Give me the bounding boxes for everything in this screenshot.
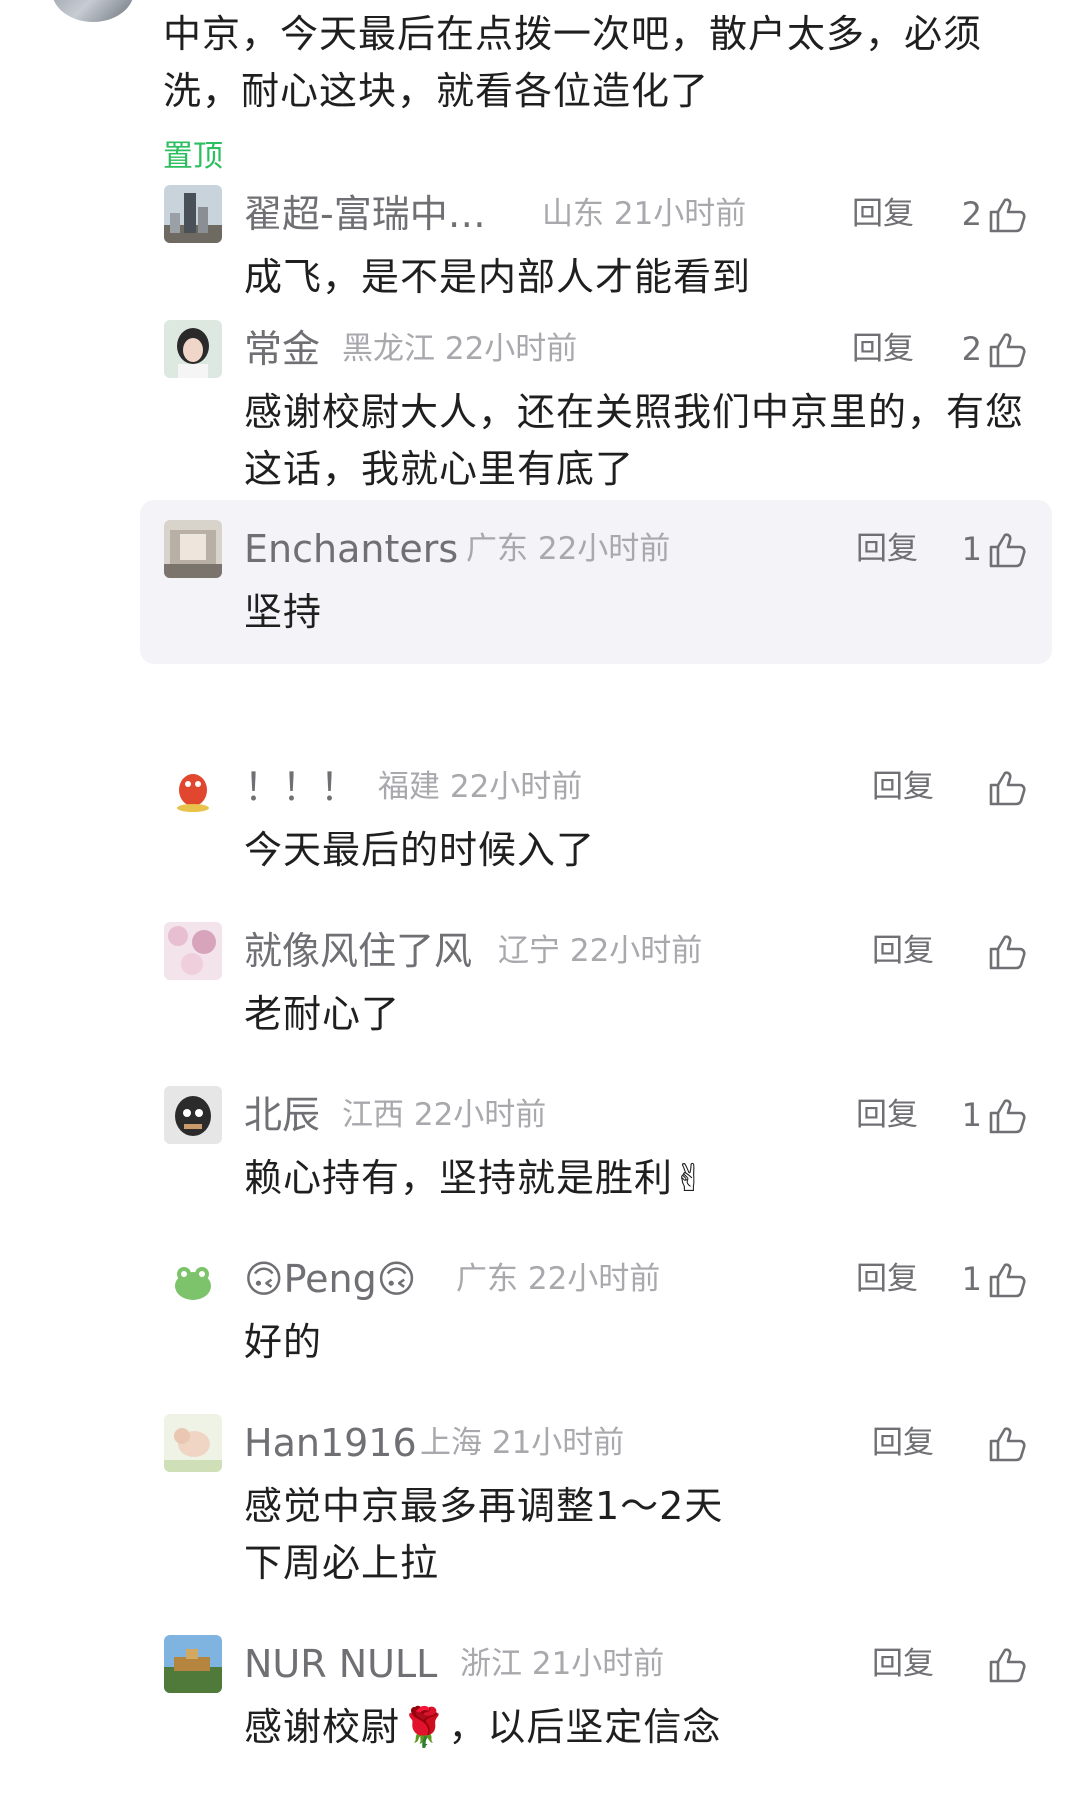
post-author-avatar[interactable] bbox=[52, 0, 134, 22]
reply-button[interactable]: 回复 bbox=[856, 1086, 918, 1144]
reply-button[interactable]: 回复 bbox=[872, 1635, 934, 1693]
reply-button[interactable]: 回复 bbox=[852, 185, 914, 243]
comment-author[interactable]: ！！！ bbox=[244, 758, 358, 816]
like-thumb-icon[interactable] bbox=[988, 1262, 1026, 1298]
like-count: 2 bbox=[961, 330, 982, 368]
comment-time: 21小时前 bbox=[491, 1425, 625, 1461]
comment-time: 22小时前 bbox=[537, 531, 671, 567]
pinned-badge: 置顶 bbox=[163, 139, 223, 174]
comment-text: 好的 bbox=[244, 1320, 323, 1364]
avatar[interactable] bbox=[164, 1414, 222, 1472]
comment-location: 江西 bbox=[342, 1097, 404, 1133]
avatar[interactable] bbox=[164, 922, 222, 980]
avatar[interactable] bbox=[164, 1086, 222, 1144]
comment-location: 黑龙江 bbox=[342, 331, 435, 367]
comment-text: 老耐心了 bbox=[244, 992, 401, 1036]
comment-text: 成飞，是不是内部人才能看到 bbox=[244, 255, 752, 299]
comment-author[interactable]: 翟超-富瑞中… bbox=[244, 185, 486, 243]
avatar[interactable] bbox=[164, 185, 222, 243]
comment-meta: 山东 21小时前 bbox=[542, 185, 746, 243]
reply-button[interactable]: 回复 bbox=[872, 922, 934, 980]
comment-location: 辽宁 bbox=[498, 933, 560, 969]
comment-author[interactable]: Han1916 bbox=[244, 1414, 417, 1472]
avatar[interactable] bbox=[164, 1250, 222, 1308]
comment-text-line: 下周必上拉 bbox=[244, 1541, 440, 1585]
reply-button[interactable]: 回复 bbox=[856, 1250, 918, 1308]
comment-text: 感谢校尉🌹，以后坚定信念 bbox=[244, 1705, 722, 1749]
comment-meta: 江西 22小时前 bbox=[342, 1086, 546, 1144]
comment-author[interactable]: 🙃Peng🙃 bbox=[244, 1250, 416, 1308]
avatar[interactable] bbox=[164, 320, 222, 378]
comment-author[interactable]: Enchanters bbox=[244, 520, 458, 578]
like-thumb-icon[interactable] bbox=[988, 532, 1026, 568]
like-thumb-icon[interactable] bbox=[988, 770, 1026, 806]
like-thumb-icon[interactable] bbox=[988, 934, 1026, 970]
comment-location: 广东 bbox=[466, 531, 528, 567]
comment-location: 山东 bbox=[542, 196, 604, 232]
reply-button[interactable]: 回复 bbox=[872, 758, 934, 816]
avatar[interactable] bbox=[164, 1635, 222, 1693]
comment-meta: 浙江 21小时前 bbox=[460, 1635, 664, 1693]
like-thumb-icon[interactable] bbox=[988, 1098, 1026, 1134]
comment-author[interactable]: 北辰 bbox=[244, 1086, 320, 1144]
reply-button[interactable]: 回复 bbox=[872, 1414, 934, 1472]
like-count: 1 bbox=[961, 530, 982, 568]
comment-text-line: 感觉中京最多再调整1～2天 bbox=[244, 1484, 724, 1528]
comment-text: 感觉中京最多再调整1～2天 下周必上拉 bbox=[244, 1478, 1024, 1592]
like-thumb-icon[interactable] bbox=[988, 1647, 1026, 1683]
comment-time: 22小时前 bbox=[569, 933, 703, 969]
comment-time: 22小时前 bbox=[413, 1097, 547, 1133]
comment-text: 感谢校尉大人，还在关照我们中京里的，有您这话，我就心里有底了 bbox=[244, 390, 1025, 491]
comment-time: 22小时前 bbox=[444, 331, 578, 367]
comment-author[interactable]: 就像风住了风 bbox=[244, 922, 472, 980]
comment-location: 广东 bbox=[456, 1261, 518, 1297]
comment-time: 21小时前 bbox=[531, 1646, 665, 1682]
comment-text: 坚持 bbox=[244, 590, 323, 634]
comment-text: 赖心持有，坚持就是胜利✌ bbox=[244, 1156, 706, 1200]
comment-time: 22小时前 bbox=[449, 769, 583, 805]
like-thumb-icon[interactable] bbox=[988, 1426, 1026, 1462]
like-count: 2 bbox=[961, 195, 982, 233]
comment-meta: 辽宁 22小时前 bbox=[498, 922, 702, 980]
comment-meta: 福建 22小时前 bbox=[378, 758, 582, 816]
like-count: 1 bbox=[961, 1260, 982, 1298]
like-thumb-icon[interactable] bbox=[988, 197, 1026, 233]
like-count: 1 bbox=[961, 1096, 982, 1134]
like-thumb-icon[interactable] bbox=[988, 332, 1026, 368]
post-text: 中京，今天最后在点拨一次吧，散户太多，必须洗，耐心这块，就看各位造化了 bbox=[163, 12, 983, 113]
comment-meta: 广东 22小时前 bbox=[456, 1250, 660, 1308]
avatar[interactable] bbox=[164, 520, 222, 578]
avatar[interactable] bbox=[164, 758, 222, 816]
comment-meta: 上海 21小时前 bbox=[420, 1414, 624, 1472]
comment-location: 浙江 bbox=[460, 1646, 522, 1682]
reply-button[interactable]: 回复 bbox=[856, 520, 918, 578]
comment-author[interactable]: 常金 bbox=[244, 320, 320, 378]
comment-text: 今天最后的时候入了 bbox=[244, 828, 596, 872]
comment-meta: 黑龙江 22小时前 bbox=[342, 320, 577, 378]
comment-location: 上海 bbox=[420, 1425, 482, 1461]
reply-button[interactable]: 回复 bbox=[852, 320, 914, 378]
comment-location: 福建 bbox=[378, 769, 440, 805]
comment-author[interactable]: NUR NULL bbox=[244, 1635, 437, 1693]
comment-time: 22小时前 bbox=[527, 1261, 661, 1297]
comment-meta: 广东 22小时前 bbox=[466, 520, 670, 578]
comment-time: 21小时前 bbox=[613, 196, 747, 232]
